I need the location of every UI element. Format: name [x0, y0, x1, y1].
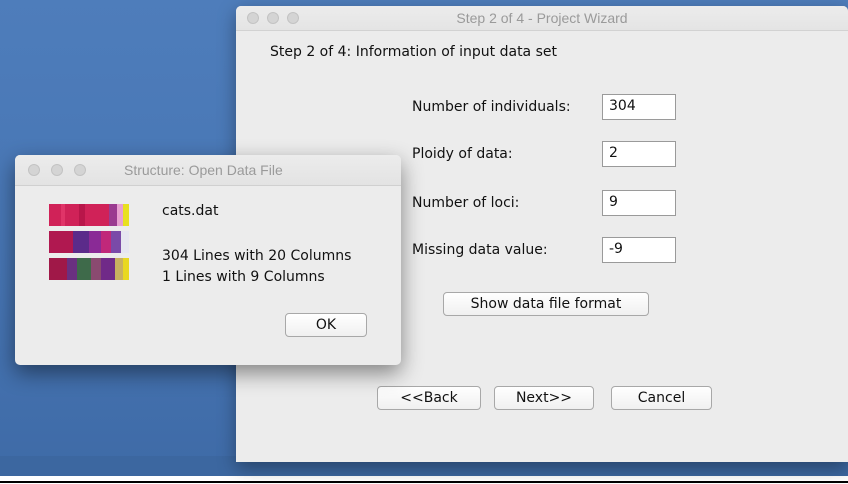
taskbar-line	[0, 481, 848, 483]
individuals-field[interactable]: 304	[602, 94, 676, 120]
ploidy-field[interactable]: 2	[602, 141, 676, 167]
show-data-format-button[interactable]: Show data file format	[443, 292, 649, 316]
wizard-titlebar[interactable]: Step 2 of 4 - Project Wizard	[236, 6, 848, 31]
ploidy-label: Ploidy of data:	[412, 146, 513, 162]
dialog-zoom-button[interactable]	[74, 164, 86, 176]
wizard-title: Step 2 of 4 - Project Wizard	[456, 10, 628, 26]
bar-plot-row-3	[49, 258, 129, 280]
dialog-minimize-button[interactable]	[51, 164, 63, 176]
loci-field[interactable]: 9	[602, 190, 676, 216]
open-data-file-dialog: Structure: Open Data File cats.dat 304 L…	[15, 155, 401, 365]
ok-button[interactable]: OK	[285, 313, 367, 337]
data-lines-summary-2: 1 Lines with 9 Columns	[162, 269, 325, 285]
dialog-title: Structure: Open Data File	[124, 162, 283, 178]
back-button[interactable]: <<Back	[377, 386, 481, 410]
step-heading: Step 2 of 4: Information of input data s…	[270, 44, 557, 60]
missing-value-label: Missing data value:	[412, 242, 548, 258]
next-button[interactable]: Next>>	[494, 386, 594, 410]
dialog-close-button[interactable]	[28, 164, 40, 176]
loci-label: Number of loci:	[412, 195, 520, 211]
cancel-button[interactable]: Cancel	[611, 386, 712, 410]
bar-plot-row-1	[49, 204, 129, 226]
data-file-name: cats.dat	[162, 203, 219, 219]
individuals-label: Number of individuals:	[412, 99, 571, 115]
dialog-titlebar[interactable]: Structure: Open Data File	[15, 155, 401, 186]
data-lines-summary-1: 304 Lines with 20 Columns	[162, 248, 352, 264]
missing-value-field[interactable]: -9	[602, 237, 676, 263]
bar-plot-row-2	[49, 231, 129, 253]
